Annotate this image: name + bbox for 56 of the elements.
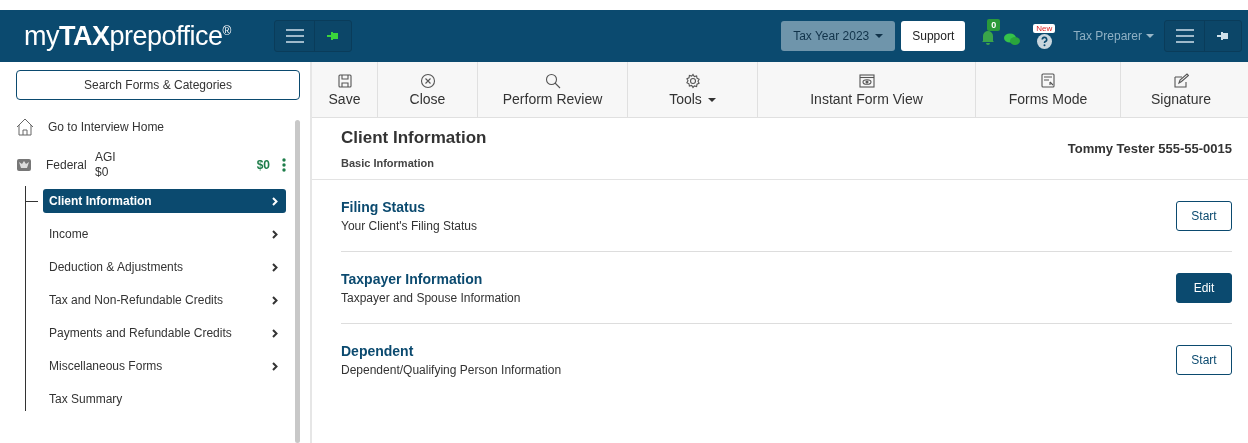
page-title: Client Information xyxy=(341,128,487,148)
chevron-icon xyxy=(272,196,278,206)
section-description: Taxpayer and Spouse Information xyxy=(341,290,521,305)
nav-item[interactable]: Client Information xyxy=(43,189,286,213)
home-link[interactable]: Go to Interview Home xyxy=(48,120,165,134)
chevron-icon xyxy=(272,295,278,305)
close-icon xyxy=(419,72,436,89)
support-button[interactable]: Support xyxy=(901,21,966,51)
search-button[interactable]: Search Forms & Categories xyxy=(16,70,300,100)
toolbar-button[interactable]: Save xyxy=(312,62,378,117)
user-menu[interactable]: Tax Preparer xyxy=(1067,28,1160,44)
new-badge: New xyxy=(1033,23,1056,33)
more-icon[interactable] xyxy=(282,158,286,172)
gear-icon xyxy=(684,72,701,89)
section-title: Filing Status xyxy=(341,198,426,215)
edit-button[interactable]: Edit xyxy=(1176,272,1232,303)
toolbar-button[interactable]: Tools xyxy=(628,62,758,117)
toolbar-button[interactable]: Instant Form View xyxy=(758,62,976,117)
agi-label: AGI xyxy=(95,150,117,165)
help-icon[interactable] xyxy=(1036,33,1052,49)
chevron-icon xyxy=(272,328,278,338)
toolbar-button[interactable]: Close xyxy=(378,62,478,117)
logo: myTAXprepoffice$^{®}$ xyxy=(24,20,232,52)
agi-value: $0 xyxy=(95,165,110,180)
bell-icon[interactable] xyxy=(981,29,996,45)
client-name: Tommy Tester 555-55-0015 xyxy=(1067,141,1232,156)
tax-year-dropdown[interactable]: Tax Year 2023 xyxy=(781,21,896,51)
nav-item[interactable]: Tax Summary xyxy=(43,387,286,411)
section-description: Dependent/Qualifying Person Information xyxy=(341,362,562,377)
nav-item[interactable]: Payments and Refundable Credits xyxy=(43,321,286,345)
home-icon xyxy=(16,118,34,136)
toolbar-button[interactable]: Signature xyxy=(1121,62,1241,117)
federal-label: Federal xyxy=(46,158,88,172)
section-title: Dependent xyxy=(341,342,415,359)
page-subtitle: Basic Information xyxy=(341,157,435,169)
toolbar-button[interactable]: Perform Review xyxy=(478,62,628,117)
chevron-icon xyxy=(272,229,278,239)
refund-amount: $0 xyxy=(256,158,270,172)
eye-window-icon xyxy=(858,72,875,89)
chevron-icon xyxy=(272,361,278,371)
form-icon xyxy=(1040,72,1056,89)
start-button[interactable]: Start xyxy=(1176,200,1232,231)
nav-item[interactable]: Deduction & Adjustments xyxy=(43,255,286,279)
notification-badge: 0 xyxy=(987,19,1001,31)
chat-icon[interactable] xyxy=(1003,32,1022,46)
section-description: Your Client's Filing Status xyxy=(341,218,477,233)
start-button[interactable]: Start xyxy=(1176,344,1232,375)
search-icon xyxy=(544,72,561,89)
pen-square-icon xyxy=(1173,72,1189,89)
scrollbar[interactable] xyxy=(295,120,300,443)
section-title: Taxpayer Information xyxy=(341,270,484,287)
toolbar-button[interactable]: Forms Mode xyxy=(976,62,1121,117)
nav-item[interactable]: Income xyxy=(43,222,286,246)
chevron-icon xyxy=(272,262,278,272)
nav-item[interactable]: Tax and Non-Refundable Credits xyxy=(43,288,286,312)
nav-item[interactable]: Miscellaneous Forms xyxy=(43,354,286,378)
